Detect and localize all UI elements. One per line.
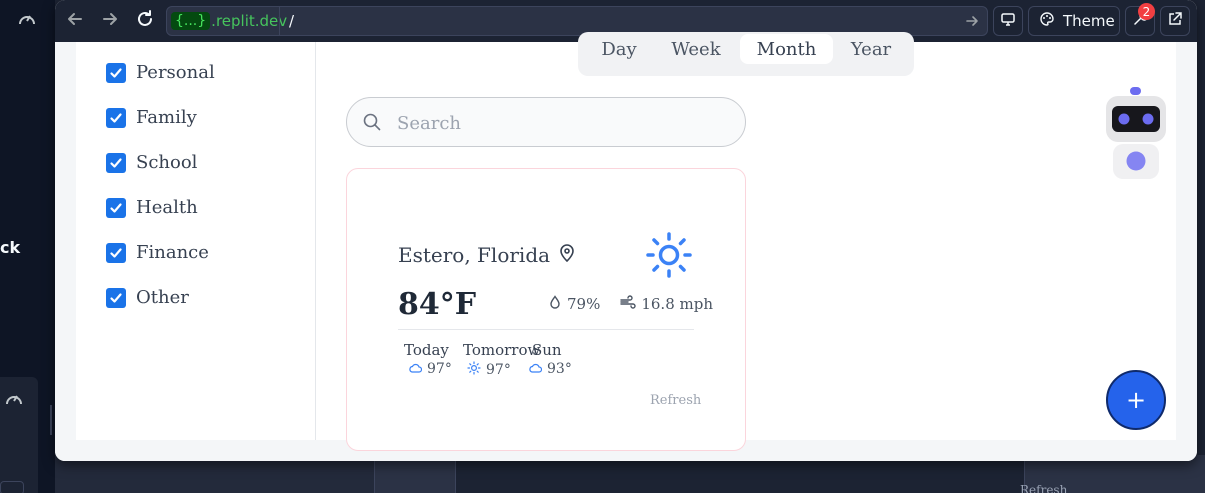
forecast-day: Today (404, 341, 449, 359)
gauge-icon[interactable] (4, 390, 24, 412)
category-label: Health (136, 197, 198, 218)
wind-icon (620, 295, 637, 313)
url-domain: .replit.dev (211, 12, 288, 30)
reload-icon (135, 9, 155, 33)
open-new-tab-button[interactable] (1160, 6, 1190, 36)
forecast-temp: 93° (528, 361, 572, 377)
forecast-day: Tomorrow (463, 341, 541, 359)
arrow-right-icon (101, 10, 119, 32)
arrow-left-icon (66, 10, 84, 32)
category-label: Personal (136, 62, 215, 83)
weather-card: Estero, Florida 84°F 79% 16.8 mph Today … (346, 168, 746, 451)
current-temperature: 84°F (398, 287, 477, 322)
humidity-icon (548, 295, 562, 313)
screen-root: ck Refresh {...} .replit.dev / Theme 2 P… (0, 0, 1205, 493)
reload-button[interactable] (130, 6, 160, 36)
weather-location: Estero, Florida (398, 243, 575, 267)
resize-handle[interactable] (50, 405, 52, 435)
category-label: Other (136, 287, 189, 308)
notification-badge: 2 (1138, 3, 1155, 20)
category-item-other[interactable]: Other (106, 287, 189, 308)
main-content: Day Week Month Year Estero, Florida (316, 32, 1176, 451)
forecast-temp: 97° (467, 361, 511, 379)
checkbox-checked-icon[interactable] (106, 287, 126, 308)
sun-icon (467, 361, 481, 379)
url-host: {...} .replit.dev (171, 10, 287, 32)
forecast-temp-value: 97° (486, 362, 511, 378)
tab-year[interactable]: Year (840, 34, 902, 64)
wind-value: 16.8 mph (641, 295, 713, 313)
background-refresh-text: Refresh (1020, 483, 1068, 493)
forecast-temp: 97° (408, 361, 452, 377)
theme-button[interactable]: Theme (1028, 6, 1120, 36)
checkbox-checked-icon[interactable] (106, 107, 126, 128)
category-item-family[interactable]: Family (106, 107, 197, 128)
background-panel (0, 377, 38, 493)
forecast-day: Sun (532, 341, 562, 359)
humidity-value: 79% (567, 295, 601, 313)
device-preview-button[interactable] (993, 6, 1023, 36)
category-sidebar: Personal Family School Health Finance Ot… (76, 42, 316, 440)
weather-stats: 79% 16.8 mph (548, 295, 713, 313)
add-event-button[interactable]: + (1106, 370, 1166, 430)
url-path[interactable]: / (289, 12, 294, 30)
palette-icon (1039, 11, 1055, 31)
external-link-icon (1167, 11, 1183, 31)
url-badge: {...} (171, 12, 211, 30)
devtools-button[interactable]: 2 (1125, 3, 1155, 36)
cloud-icon (528, 361, 543, 377)
search-icon (362, 112, 382, 136)
background-sidebar: ck (0, 0, 55, 493)
monitor-icon (1000, 11, 1016, 31)
checkbox-checked-icon[interactable] (106, 152, 126, 173)
category-item-finance[interactable]: Finance (106, 242, 209, 263)
checkbox-checked-icon[interactable] (106, 197, 126, 218)
go-arrow-icon[interactable] (965, 13, 979, 32)
forecast-temp-value: 97° (427, 361, 452, 377)
tab-month[interactable]: Month (740, 34, 833, 64)
category-item-health[interactable]: Health (106, 197, 198, 218)
url-divider (279, 7, 280, 35)
gauge-icon[interactable] (17, 10, 37, 32)
app-page: Personal Family School Health Finance Ot… (55, 32, 1197, 461)
tab-day[interactable]: Day (594, 34, 644, 64)
webview-window: {...} .replit.dev / Theme 2 Personal Fam… (55, 0, 1197, 461)
map-pin-icon (559, 243, 575, 267)
robot-assistant-icon[interactable] (1105, 84, 1167, 184)
forecast-temp-value: 93° (547, 361, 572, 377)
category-item-school[interactable]: School (106, 152, 197, 173)
forward-button[interactable] (95, 6, 125, 36)
category-label: School (136, 152, 198, 173)
cloud-icon (408, 361, 423, 377)
tab-week[interactable]: Week (660, 34, 732, 64)
sun-icon (645, 231, 693, 283)
back-button[interactable] (60, 6, 90, 36)
divider (398, 329, 694, 330)
checkbox-checked-icon[interactable] (106, 62, 126, 83)
theme-label: Theme (1063, 12, 1115, 30)
category-item-personal[interactable]: Personal (106, 62, 215, 83)
search-box[interactable] (346, 97, 746, 147)
background-box (0, 481, 24, 493)
checkbox-checked-icon[interactable] (106, 242, 126, 263)
search-input[interactable] (397, 110, 727, 136)
category-label: Finance (136, 242, 209, 263)
category-label: Family (136, 107, 197, 128)
background-partial-text: ck (0, 238, 21, 257)
view-tabs: Day Week Month Year (578, 32, 914, 76)
location-text: Estero, Florida (398, 243, 551, 267)
refresh-link[interactable]: Refresh (650, 393, 701, 408)
